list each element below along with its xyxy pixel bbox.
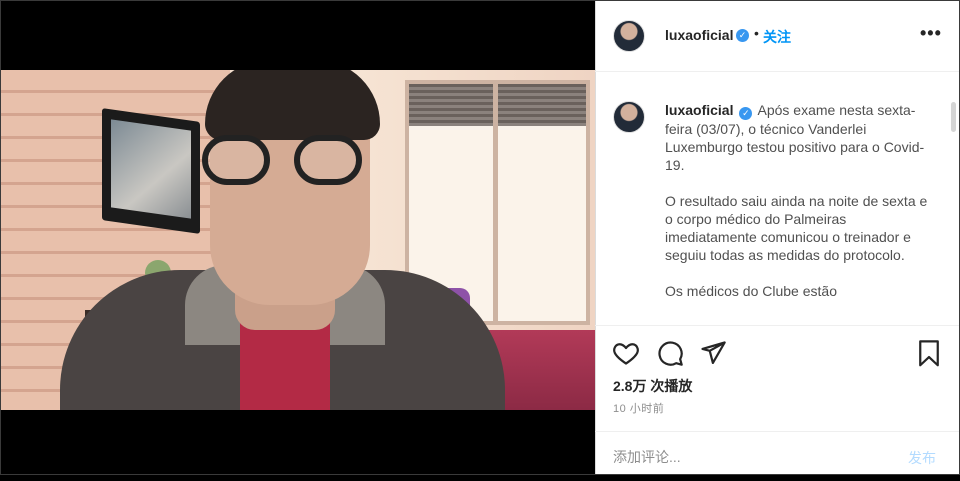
comment-input[interactable] [613,446,873,468]
caption-username[interactable]: luxaoficial [665,102,733,118]
video-area[interactable] [0,0,595,475]
caption-avatar[interactable] [613,101,645,133]
post-actions: 2.8万 次播放 10 小时前 发布 [595,325,960,480]
caption-scrollbar[interactable] [951,102,956,132]
caption-paragraph: O resultado saiu ainda na noite de sexta… [665,193,928,263]
comment-icon[interactable] [656,339,684,367]
video-player[interactable] [0,70,595,410]
video-person [60,70,505,410]
post-header: luxaoficial ✓ • 关注 ••• [595,0,960,72]
view-count[interactable]: 2.8万 次播放 [613,376,692,396]
post-timestamp[interactable]: 10 小时前 [613,400,664,416]
header-username[interactable]: luxaoficial [665,27,733,43]
caption-text: luxaoficial ✓ Após exame nesta sexta-fei… [665,101,935,318]
verified-badge-icon: ✓ [736,29,749,42]
instagram-post-modal: luxaoficial ✓ • 关注 ••• luxaoficial ✓ Apó… [0,0,960,475]
comment-bar: 发布 [595,431,960,481]
post-side-panel: luxaoficial ✓ • 关注 ••• luxaoficial ✓ Apó… [595,0,960,475]
header-separator: • [754,25,759,41]
caption-area[interactable]: luxaoficial ✓ Após exame nesta sexta-fei… [595,88,960,323]
avatar[interactable] [613,20,645,52]
bookmark-icon[interactable] [915,339,943,367]
follow-button[interactable]: 关注 [763,27,791,47]
share-icon[interactable] [699,339,727,367]
more-options-icon[interactable]: ••• [920,23,942,44]
heart-icon[interactable] [612,339,640,367]
post-comment-button[interactable]: 发布 [908,448,936,468]
caption-verified-badge-icon: ✓ [739,107,753,120]
caption-paragraph: Os médicos do Clube estão [665,283,837,299]
